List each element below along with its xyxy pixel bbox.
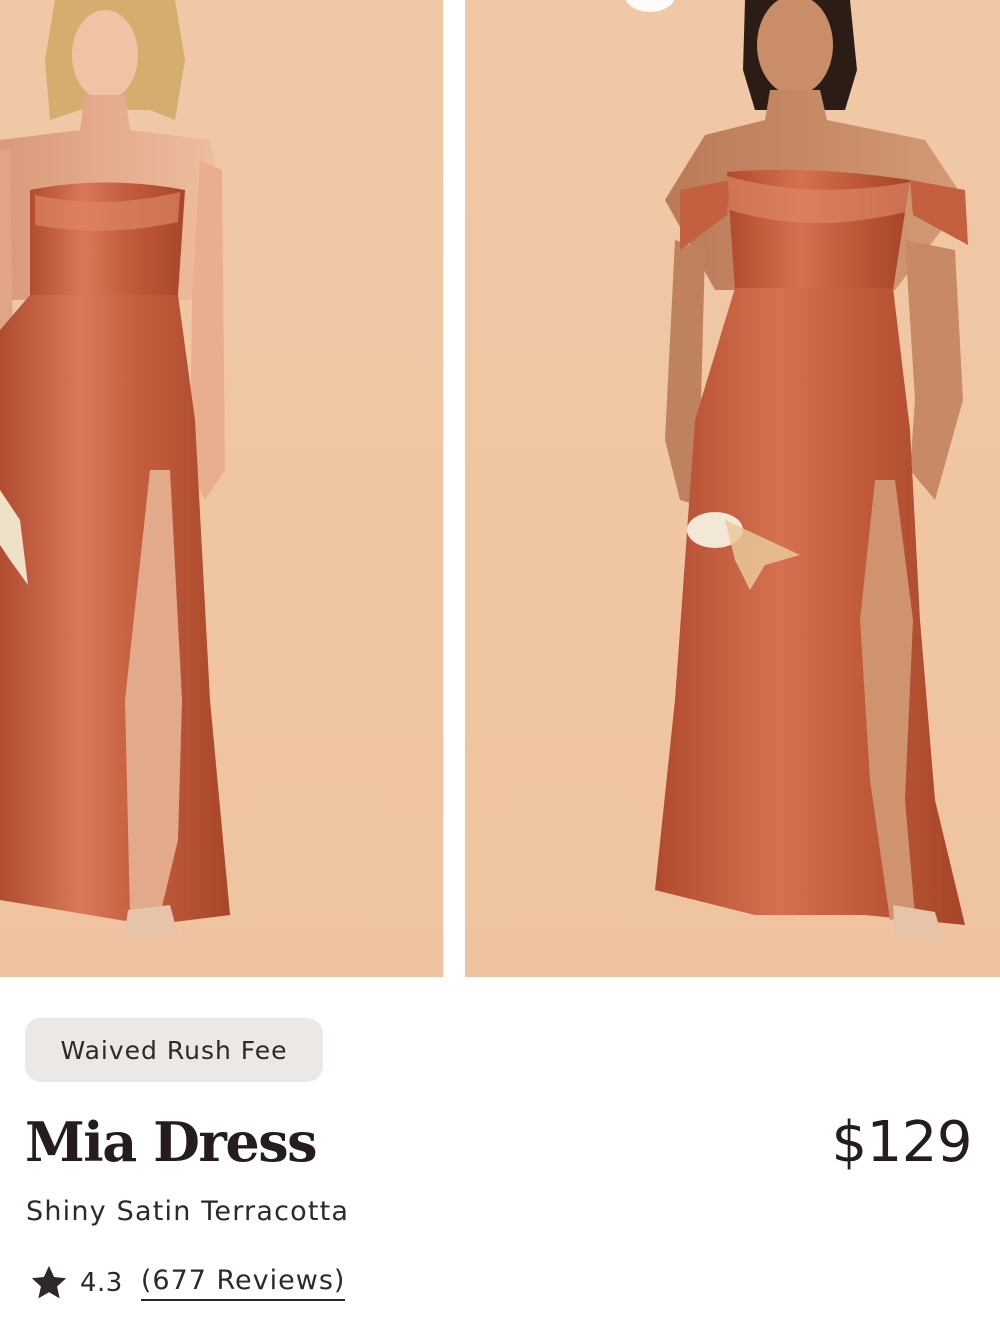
product-title: Mia Dress	[25, 1110, 318, 1174]
model-photo-strapless-gown	[0, 0, 230, 938]
waived-rush-fee-badge: Waived Rush Fee	[25, 1018, 323, 1082]
rating-row: 4.3 (677 Reviews)	[28, 1261, 346, 1305]
product-price: $129	[831, 1110, 972, 1175]
product-photo-1[interactable]	[0, 0, 443, 977]
product-image-gallery[interactable]	[0, 0, 1000, 977]
reviews-link[interactable]: (677 Reviews)	[140, 1265, 346, 1301]
product-photo-2[interactable]	[465, 0, 1000, 977]
model-photo-off-shoulder-gown	[655, 0, 968, 940]
star-icon	[31, 1265, 67, 1299]
rating-value: 4.3	[80, 1268, 123, 1298]
product-variant: Shiny Satin Terracotta	[26, 1196, 350, 1227]
